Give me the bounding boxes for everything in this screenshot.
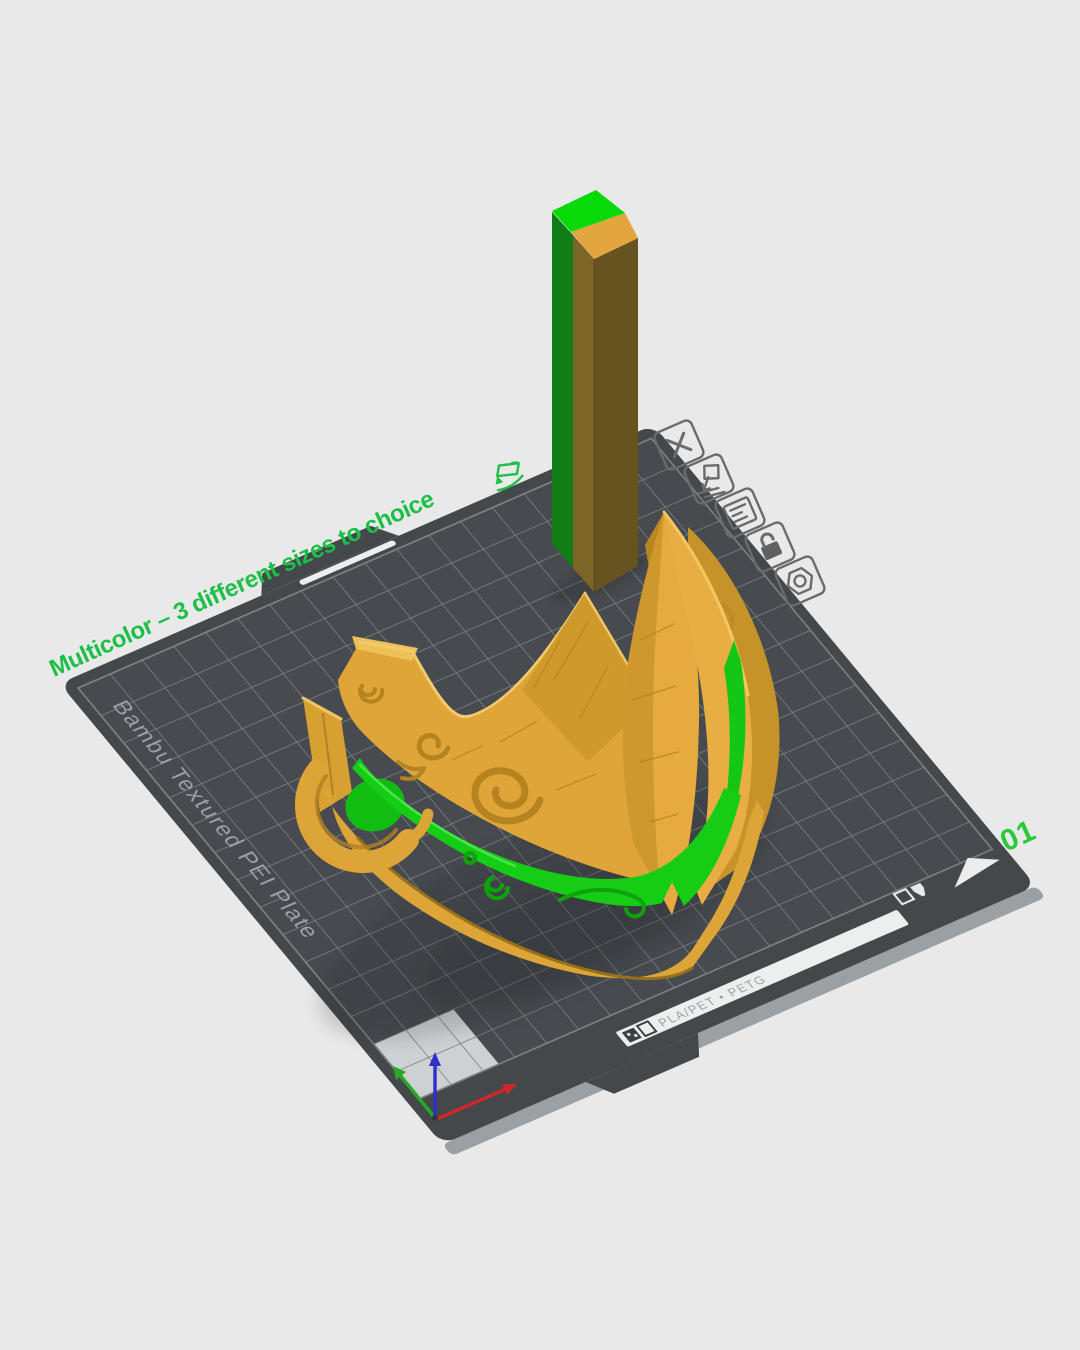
prime-tower-green-face: [552, 212, 573, 568]
prime-tower-olive-face: [573, 235, 594, 592]
prime-tower[interactable]: [552, 190, 638, 592]
scene-canvas: Bambu Textured PEI Plate PLA/PET • PETG: [0, 0, 1080, 1350]
slicer-viewport: Bambu Textured PEI Plate PLA/PET • PETG: [0, 0, 1080, 1350]
prime-tower-dark-face: [594, 238, 638, 592]
